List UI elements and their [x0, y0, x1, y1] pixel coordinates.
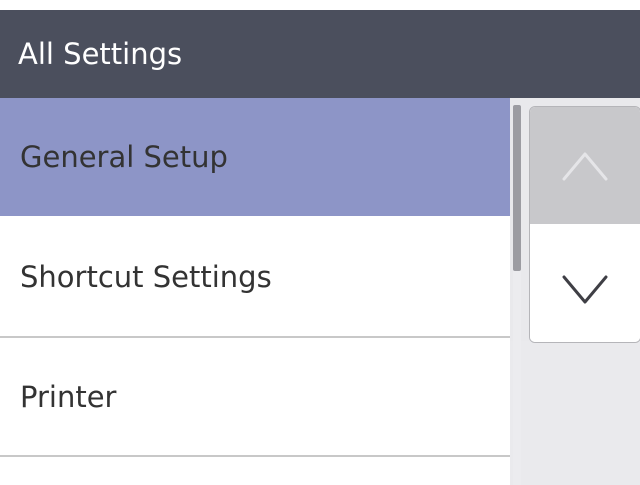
- list-item-label: Shortcut Settings: [20, 260, 272, 294]
- settings-list: General Setup Shortcut Settings Printer: [0, 98, 510, 485]
- page-title: All Settings: [18, 37, 183, 71]
- list-item-general-setup[interactable]: General Setup: [0, 98, 510, 216]
- top-margin: [0, 0, 640, 10]
- list-item-printer[interactable]: Printer: [0, 338, 510, 456]
- chevron-up-icon: [562, 152, 608, 181]
- list-item-shortcut-settings[interactable]: Shortcut Settings: [0, 218, 510, 336]
- scroll-buttons: [529, 106, 640, 343]
- header-bar: All Settings: [0, 10, 640, 98]
- list-divider: [0, 455, 510, 457]
- list-item-label: Printer: [20, 380, 117, 414]
- list-item-label: General Setup: [20, 140, 228, 174]
- chevron-down-icon: [562, 275, 608, 304]
- scroll-panel-bottom: [510, 341, 640, 485]
- scrollbar-thumb[interactable]: [513, 105, 521, 271]
- scroll-down-button[interactable]: [530, 224, 640, 342]
- scroll-up-button[interactable]: [530, 107, 640, 224]
